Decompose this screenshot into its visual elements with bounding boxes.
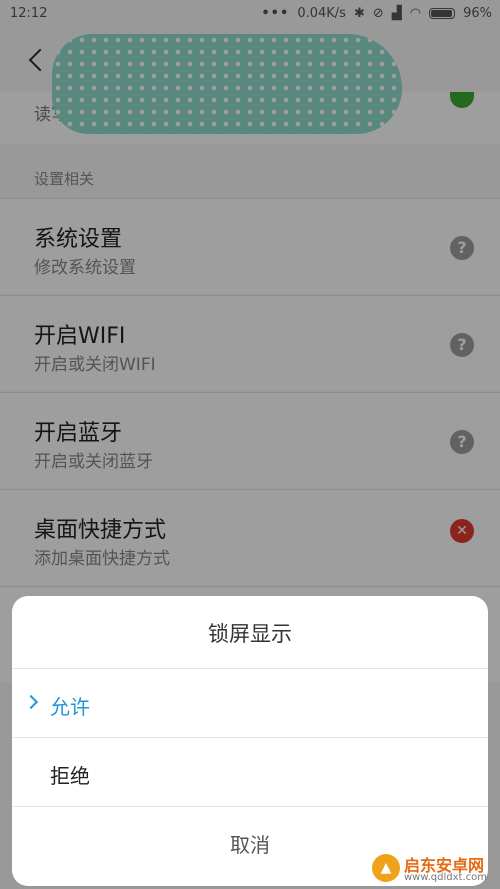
chevron-right-icon [23, 694, 39, 710]
option-label: 拒绝 [50, 764, 90, 788]
option-allow[interactable]: 允许 [12, 668, 488, 737]
option-label: 允许 [50, 695, 90, 719]
watermark-logo-icon: ▲ [372, 854, 400, 882]
watermark-url: www.qdldxt.com [404, 872, 487, 883]
option-deny[interactable]: 拒绝 [12, 737, 488, 806]
dialog-title: 锁屏显示 [208, 622, 292, 646]
lockscreen-dialog: 锁屏显示 允许 拒绝 取消 [12, 596, 488, 886]
watermark: ▲ 启东安卓网 www.qdldxt.com [372, 850, 500, 886]
